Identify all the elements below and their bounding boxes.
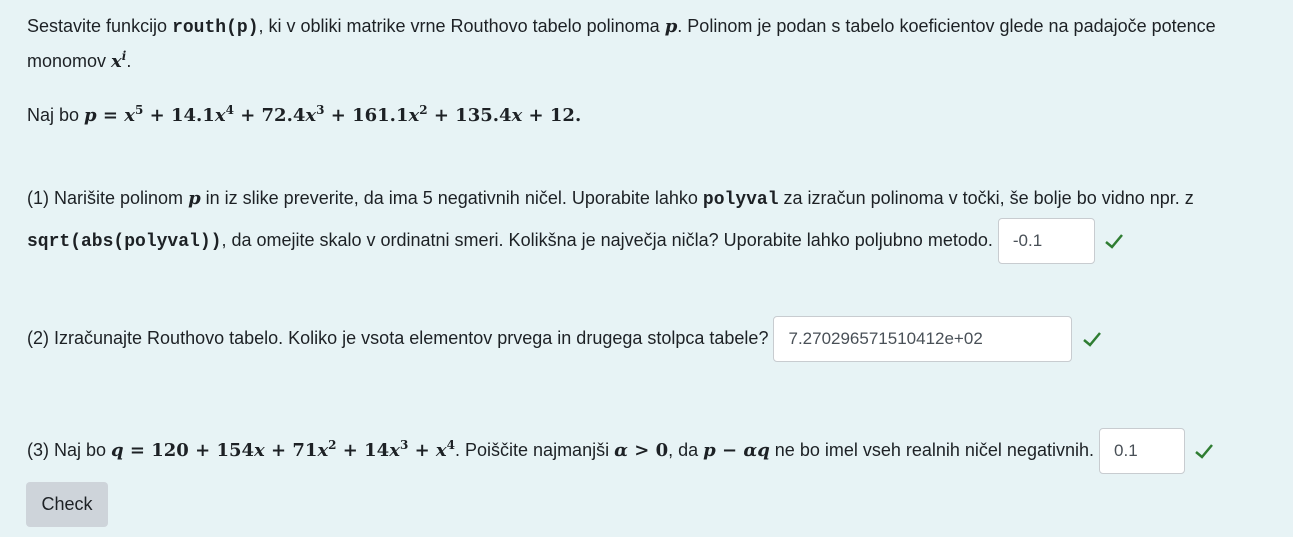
answer-1-input[interactable] xyxy=(997,218,1095,264)
polynomial-definition: Naj bo p = x5 + 14.1x4 + 72.4x3 + 161.1x… xyxy=(27,103,582,126)
answer-3-input[interactable] xyxy=(1099,428,1186,475)
intro-paragraph: Sestavite funkcijo routh(p), ki v obliki… xyxy=(27,16,1216,72)
question-3: (3) Naj bo q = 120 + 154x + 71x2 + 14x3 … xyxy=(27,422,1273,475)
check-icon xyxy=(1104,231,1124,251)
check-button[interactable]: Check xyxy=(26,482,108,527)
check-icon xyxy=(1082,329,1102,349)
answer-2-input[interactable] xyxy=(773,316,1073,363)
question-1: (1) Narišite polinom p in iz slike preve… xyxy=(27,180,1273,264)
function-name: routh(p) xyxy=(172,18,259,38)
check-icon xyxy=(1194,441,1214,461)
question-2: (2) Izračunajte Routhovo tabelo. Koliko … xyxy=(27,315,1273,363)
